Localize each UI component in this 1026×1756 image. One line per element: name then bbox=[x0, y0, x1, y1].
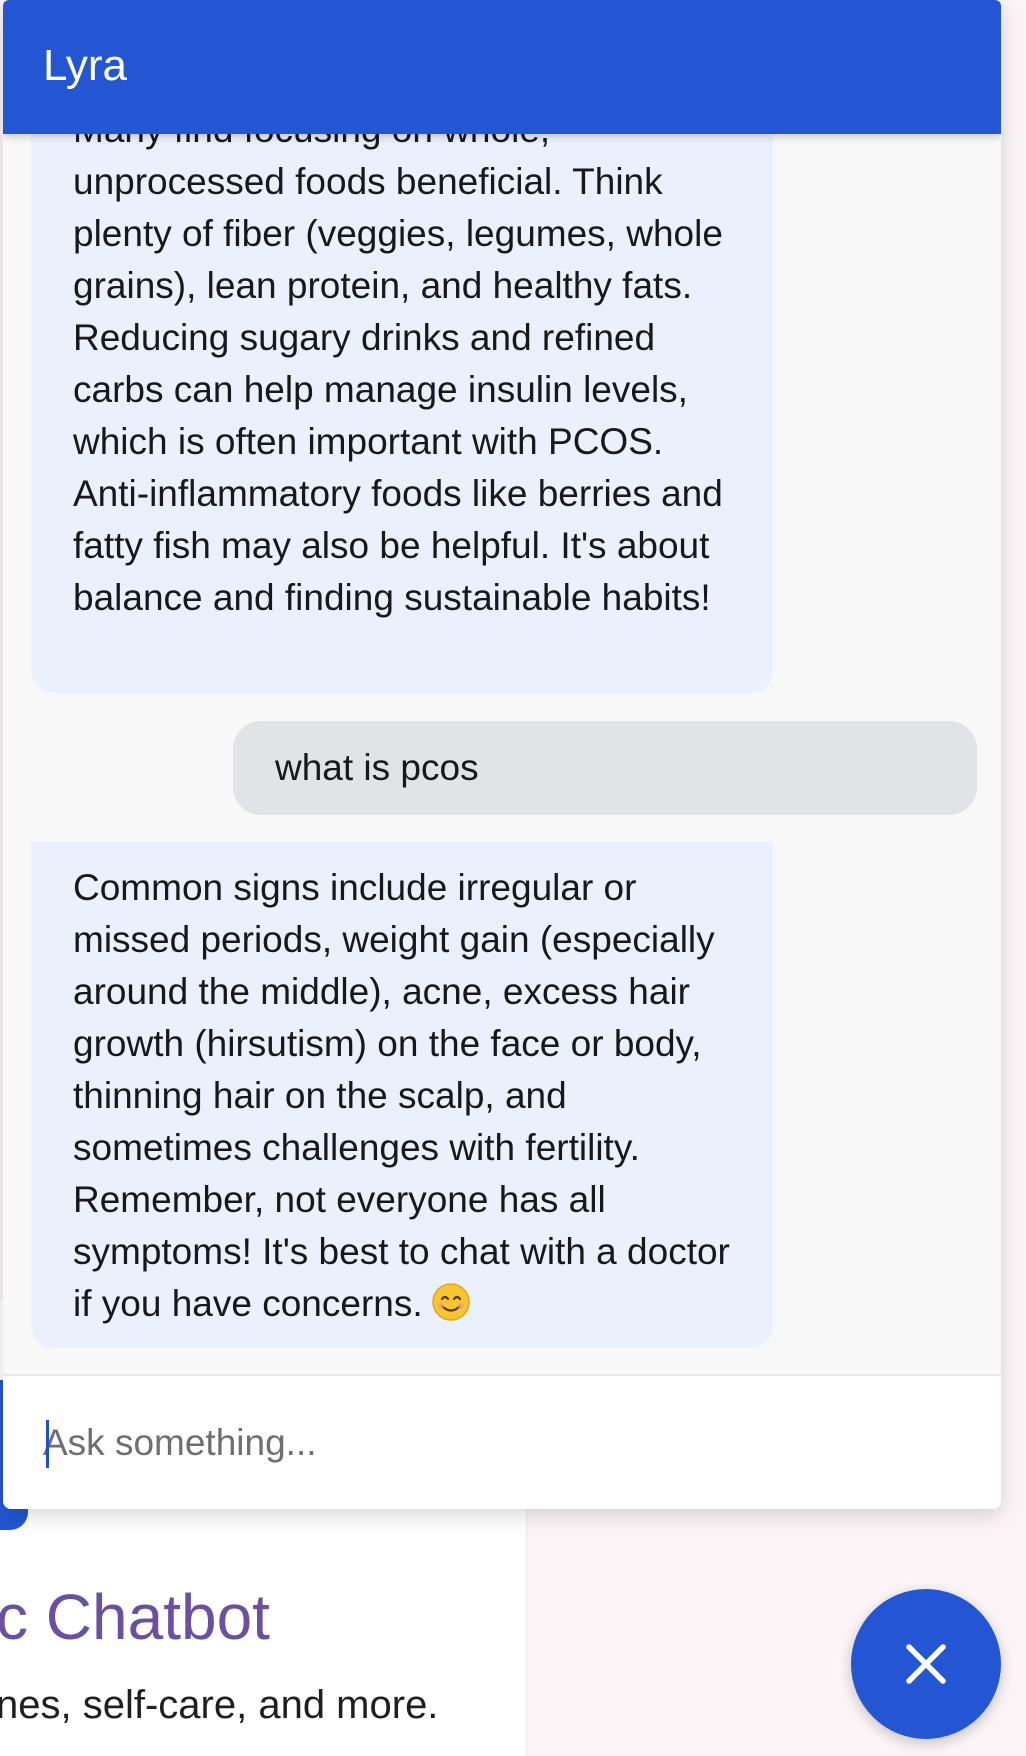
background-page-title: c Chatbot bbox=[0, 1581, 270, 1653]
chat-window: Lyra Many find focusing on whole, unproc… bbox=[3, 0, 1001, 1509]
message-text: Many find focusing on whole, unprocessed… bbox=[73, 134, 723, 618]
message-text: Common signs include irregular or missed… bbox=[73, 867, 730, 1324]
text-caret bbox=[46, 1420, 49, 1468]
bot-message: Many find focusing on whole, unprocessed… bbox=[31, 134, 773, 693]
background-page-subtitle: nes, self-care, and more. bbox=[0, 1683, 439, 1727]
smiling-face-emoji-icon bbox=[431, 1283, 470, 1321]
chat-message-input[interactable] bbox=[43, 1400, 943, 1486]
bot-message: Common signs include irregular or missed… bbox=[31, 842, 773, 1348]
close-icon bbox=[906, 1644, 946, 1684]
close-chat-button[interactable] bbox=[851, 1589, 1001, 1739]
message-list[interactable]: Many find focusing on whole, unprocessed… bbox=[3, 134, 1001, 1374]
chat-title: Lyra bbox=[43, 41, 127, 90]
chat-header: Lyra bbox=[3, 0, 1001, 134]
chat-input-bar bbox=[3, 1374, 1001, 1509]
user-message: what is pcos bbox=[233, 721, 977, 815]
message-text: what is pcos bbox=[275, 747, 479, 788]
